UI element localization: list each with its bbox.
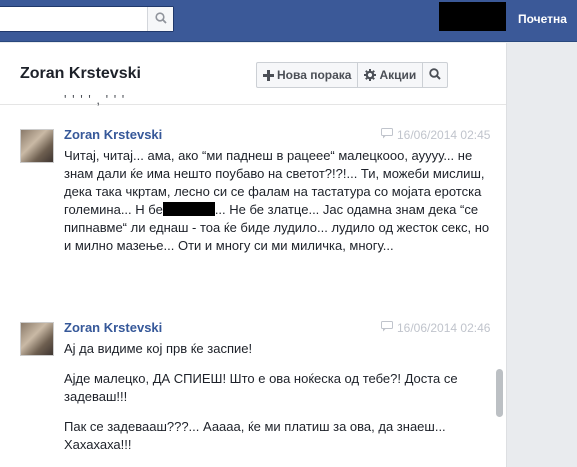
message-body: Ај да видиме кој прв ќе заспие! Ајде мал… bbox=[64, 340, 496, 466]
avatar[interactable] bbox=[20, 322, 54, 356]
plus-icon bbox=[263, 69, 274, 81]
actions-label: Акции bbox=[379, 68, 417, 82]
message-author[interactable]: Zoran Krstevski bbox=[64, 127, 162, 142]
timestamp-text: 16/06/2014 02:45 bbox=[397, 128, 491, 142]
new-message-label: Нова порака bbox=[277, 68, 352, 82]
chat-bubble-icon bbox=[381, 128, 393, 142]
timestamp-text: 16/06/2014 02:46 bbox=[397, 321, 491, 335]
message-timestamp: 16/06/2014 02:46 bbox=[381, 321, 490, 335]
home-link[interactable]: Почетна bbox=[518, 12, 567, 26]
conversation-panel: Zoran Krstevski Нова порака Акции ' ' ' … bbox=[0, 43, 507, 467]
search-input[interactable] bbox=[0, 6, 174, 32]
search-icon bbox=[429, 67, 442, 83]
search-conversation-button[interactable] bbox=[423, 63, 447, 87]
redacted-profile bbox=[439, 2, 506, 31]
search-icon bbox=[154, 11, 167, 27]
header-button-group: Нова порака Акции bbox=[256, 62, 449, 88]
message-paragraph: Ајде малецко, ДА СПИЕШ! Што е ова ноќеск… bbox=[64, 371, 458, 404]
chat-bubble-icon bbox=[381, 321, 393, 335]
new-message-button[interactable]: Нова порака bbox=[257, 63, 359, 87]
scrollbar-thumb[interactable] bbox=[496, 369, 503, 417]
message-timestamp: 16/06/2014 02:45 bbox=[381, 128, 490, 142]
previous-message-fragment: ' ' ' ' , ' ' ' bbox=[64, 92, 126, 107]
message-body: Читај, читај... ама, ако “ми паднеш в ра… bbox=[64, 147, 496, 255]
message-paragraph: Пак се задевааш???... Ааааа, ќе ми плати… bbox=[64, 419, 446, 452]
actions-button[interactable]: Акции bbox=[358, 63, 424, 87]
message-item: Zoran Krstevski 16/06/2014 02:45 Читај, … bbox=[0, 123, 506, 313]
top-bar: Почетна bbox=[0, 0, 577, 42]
message-author[interactable]: Zoran Krstevski bbox=[64, 320, 162, 335]
avatar[interactable] bbox=[20, 129, 54, 163]
gear-icon bbox=[364, 69, 377, 81]
redacted-name bbox=[162, 202, 215, 216]
conversation-title[interactable]: Zoran Krstevski bbox=[20, 65, 141, 83]
message-item: Zoran Krstevski 16/06/2014 02:46 Ај да в… bbox=[0, 318, 506, 467]
search-button[interactable] bbox=[147, 7, 173, 31]
message-paragraph: Ај да видиме кој прв ќе заспие! bbox=[64, 341, 253, 356]
